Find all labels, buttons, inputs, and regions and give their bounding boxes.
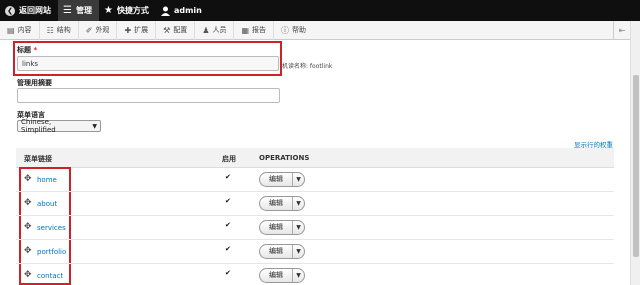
shortcuts-tab[interactable]: ★ 快捷方式 xyxy=(99,0,156,21)
people-icon: ♟ xyxy=(202,25,210,35)
help-icon: ⓘ xyxy=(281,25,290,35)
table-row: ✥ portfolio ✔ 编辑 ▼ xyxy=(16,240,614,264)
dropdown-toggle[interactable]: ▼ xyxy=(293,245,304,258)
summary-input[interactable] xyxy=(17,88,280,103)
menu-item-label: 扩展 xyxy=(134,26,149,34)
edit-button[interactable]: 编辑 xyxy=(260,221,293,234)
drag-handle-icon[interactable]: ✥ xyxy=(24,247,32,256)
menu-item-appearance[interactable]: ✐ 外观 xyxy=(79,20,118,40)
menu-link[interactable]: portfolio xyxy=(37,248,66,256)
menu-item-reports[interactable]: ▦ 报告 xyxy=(234,20,275,40)
menu-link[interactable]: services xyxy=(37,224,66,232)
user-icon xyxy=(160,6,170,16)
manage-tab[interactable]: ☰ 管理 xyxy=(58,0,99,21)
drag-handle-icon[interactable]: ✥ xyxy=(24,175,32,184)
language-select[interactable]: Chinese, Simplified ▼ xyxy=(17,118,101,134)
edit-button[interactable]: 编辑 xyxy=(260,269,293,282)
menu-item-extend[interactable]: ✚ 扩展 xyxy=(117,20,157,40)
chevron-down-icon: ▼ xyxy=(296,200,301,207)
chevron-down-icon: ▼ xyxy=(92,122,97,130)
enabled-checkbox[interactable]: ✔ xyxy=(225,246,232,253)
menu-link[interactable]: contact xyxy=(37,272,63,280)
menu-item-label: 结构 xyxy=(56,26,71,34)
chevron-down-icon: ▼ xyxy=(296,176,301,183)
header-menu-link: 菜单链接 xyxy=(24,155,52,163)
edit-button[interactable]: 编辑 xyxy=(260,197,293,210)
admin-toolbar: ❮ 返回网站 ☰ 管理 ★ 快捷方式 admin xyxy=(0,0,640,21)
menu-item-label: 报告 xyxy=(252,26,267,34)
enabled-checkbox[interactable]: ✔ xyxy=(225,222,232,229)
edit-button[interactable]: 编辑 xyxy=(260,245,293,258)
table-row: ✥ about ✔ 编辑 ▼ xyxy=(16,192,614,216)
scrollbar-thumb[interactable] xyxy=(633,75,639,257)
paint-icon: ✐ xyxy=(85,25,93,35)
edit-button[interactable]: 编辑 xyxy=(260,173,293,186)
operations-dropbutton: 编辑 ▼ xyxy=(259,268,305,283)
header-enabled: 启用 xyxy=(222,155,236,163)
chevron-down-icon: ▼ xyxy=(296,224,301,231)
table-row: ✥ home ✔ 编辑 ▼ xyxy=(16,168,614,192)
summary-label: 管理用摘要 xyxy=(17,79,52,87)
star-icon: ★ xyxy=(103,5,113,16)
menu-icon: ☰ xyxy=(63,5,72,16)
user-tab[interactable]: admin xyxy=(156,0,209,21)
menu-item-people[interactable]: ♟ 人员 xyxy=(195,20,235,40)
menu-link[interactable]: home xyxy=(37,176,57,184)
enabled-checkbox[interactable]: ✔ xyxy=(225,198,232,205)
menu-item-structure[interactable]: ☷ 结构 xyxy=(40,20,79,40)
title-input[interactable]: links xyxy=(17,56,279,71)
enabled-checkbox[interactable]: ✔ xyxy=(225,270,232,277)
menu-item-label: 配置 xyxy=(173,26,188,34)
operations-dropbutton: 编辑 ▼ xyxy=(259,220,305,235)
operations-dropbutton: 编辑 ▼ xyxy=(259,172,305,187)
collapse-icon: ⇤ xyxy=(618,25,626,35)
admin-menu-tray: ▤ 内容 ☷ 结构 ✐ 外观 ✚ 扩展 ⚒ 配置 ♟ 人员 ▦ 报告 ⓘ 帮助 … xyxy=(0,20,630,40)
chart-icon: ▦ xyxy=(241,25,250,35)
menu-link[interactable]: about xyxy=(37,200,57,208)
chevron-down-icon: ▼ xyxy=(296,272,301,279)
puzzle-icon: ✚ xyxy=(124,25,132,35)
operations-dropbutton: 编辑 ▼ xyxy=(259,244,305,259)
dropdown-toggle[interactable]: ▼ xyxy=(293,173,304,186)
menu-item-help[interactable]: ⓘ 帮助 xyxy=(274,21,313,40)
shortcuts-label: 快捷方式 xyxy=(116,6,149,15)
operations-dropbutton: 编辑 ▼ xyxy=(259,196,305,211)
title-label: 标题 * xyxy=(17,46,38,54)
back-arrow-icon: ❮ xyxy=(5,5,15,16)
wrench-icon: ⚒ xyxy=(163,25,171,35)
menu-links-table-header: 菜单链接 启用 OPERATIONS xyxy=(16,148,614,168)
required-mark: * xyxy=(33,46,38,54)
enabled-checkbox[interactable]: ✔ xyxy=(225,174,232,181)
table-row: ✥ contact ✔ 编辑 ▼ xyxy=(16,264,614,285)
dropdown-toggle[interactable]: ▼ xyxy=(293,197,304,210)
back-to-site-link[interactable]: ❮ 返回网站 xyxy=(0,0,58,21)
menu-item-label: 帮助 xyxy=(292,26,307,34)
dropdown-toggle[interactable]: ▼ xyxy=(293,269,304,282)
user-label: admin xyxy=(173,6,202,15)
back-to-site-label: 返回网站 xyxy=(19,6,51,15)
machine-name: 机读名称: footlink xyxy=(282,63,333,70)
menu-item-label: 外观 xyxy=(95,26,110,34)
document-icon: ▤ xyxy=(7,25,15,35)
menu-item-config[interactable]: ⚒ 配置 xyxy=(156,20,196,40)
drag-handle-icon[interactable]: ✥ xyxy=(24,223,32,232)
table-row: ✥ services ✔ 编辑 ▼ xyxy=(16,216,614,240)
language-value: Chinese, Simplified xyxy=(21,118,56,134)
drag-handle-icon[interactable]: ✥ xyxy=(24,271,32,280)
toggle-orientation-button[interactable]: ⇤ xyxy=(613,20,630,40)
page-scrollbar[interactable] xyxy=(630,21,640,285)
dropdown-toggle[interactable]: ▼ xyxy=(293,221,304,234)
chevron-down-icon: ▼ xyxy=(296,248,301,255)
menu-item-label: 人员 xyxy=(212,26,227,34)
structure-icon: ☷ xyxy=(46,25,54,35)
header-operations: OPERATIONS xyxy=(259,154,310,162)
drag-handle-icon[interactable]: ✥ xyxy=(24,199,32,208)
menu-item-label: 内容 xyxy=(17,26,32,34)
menu-item-content[interactable]: ▤ 内容 xyxy=(0,20,40,40)
manage-label: 管理 xyxy=(75,6,92,15)
